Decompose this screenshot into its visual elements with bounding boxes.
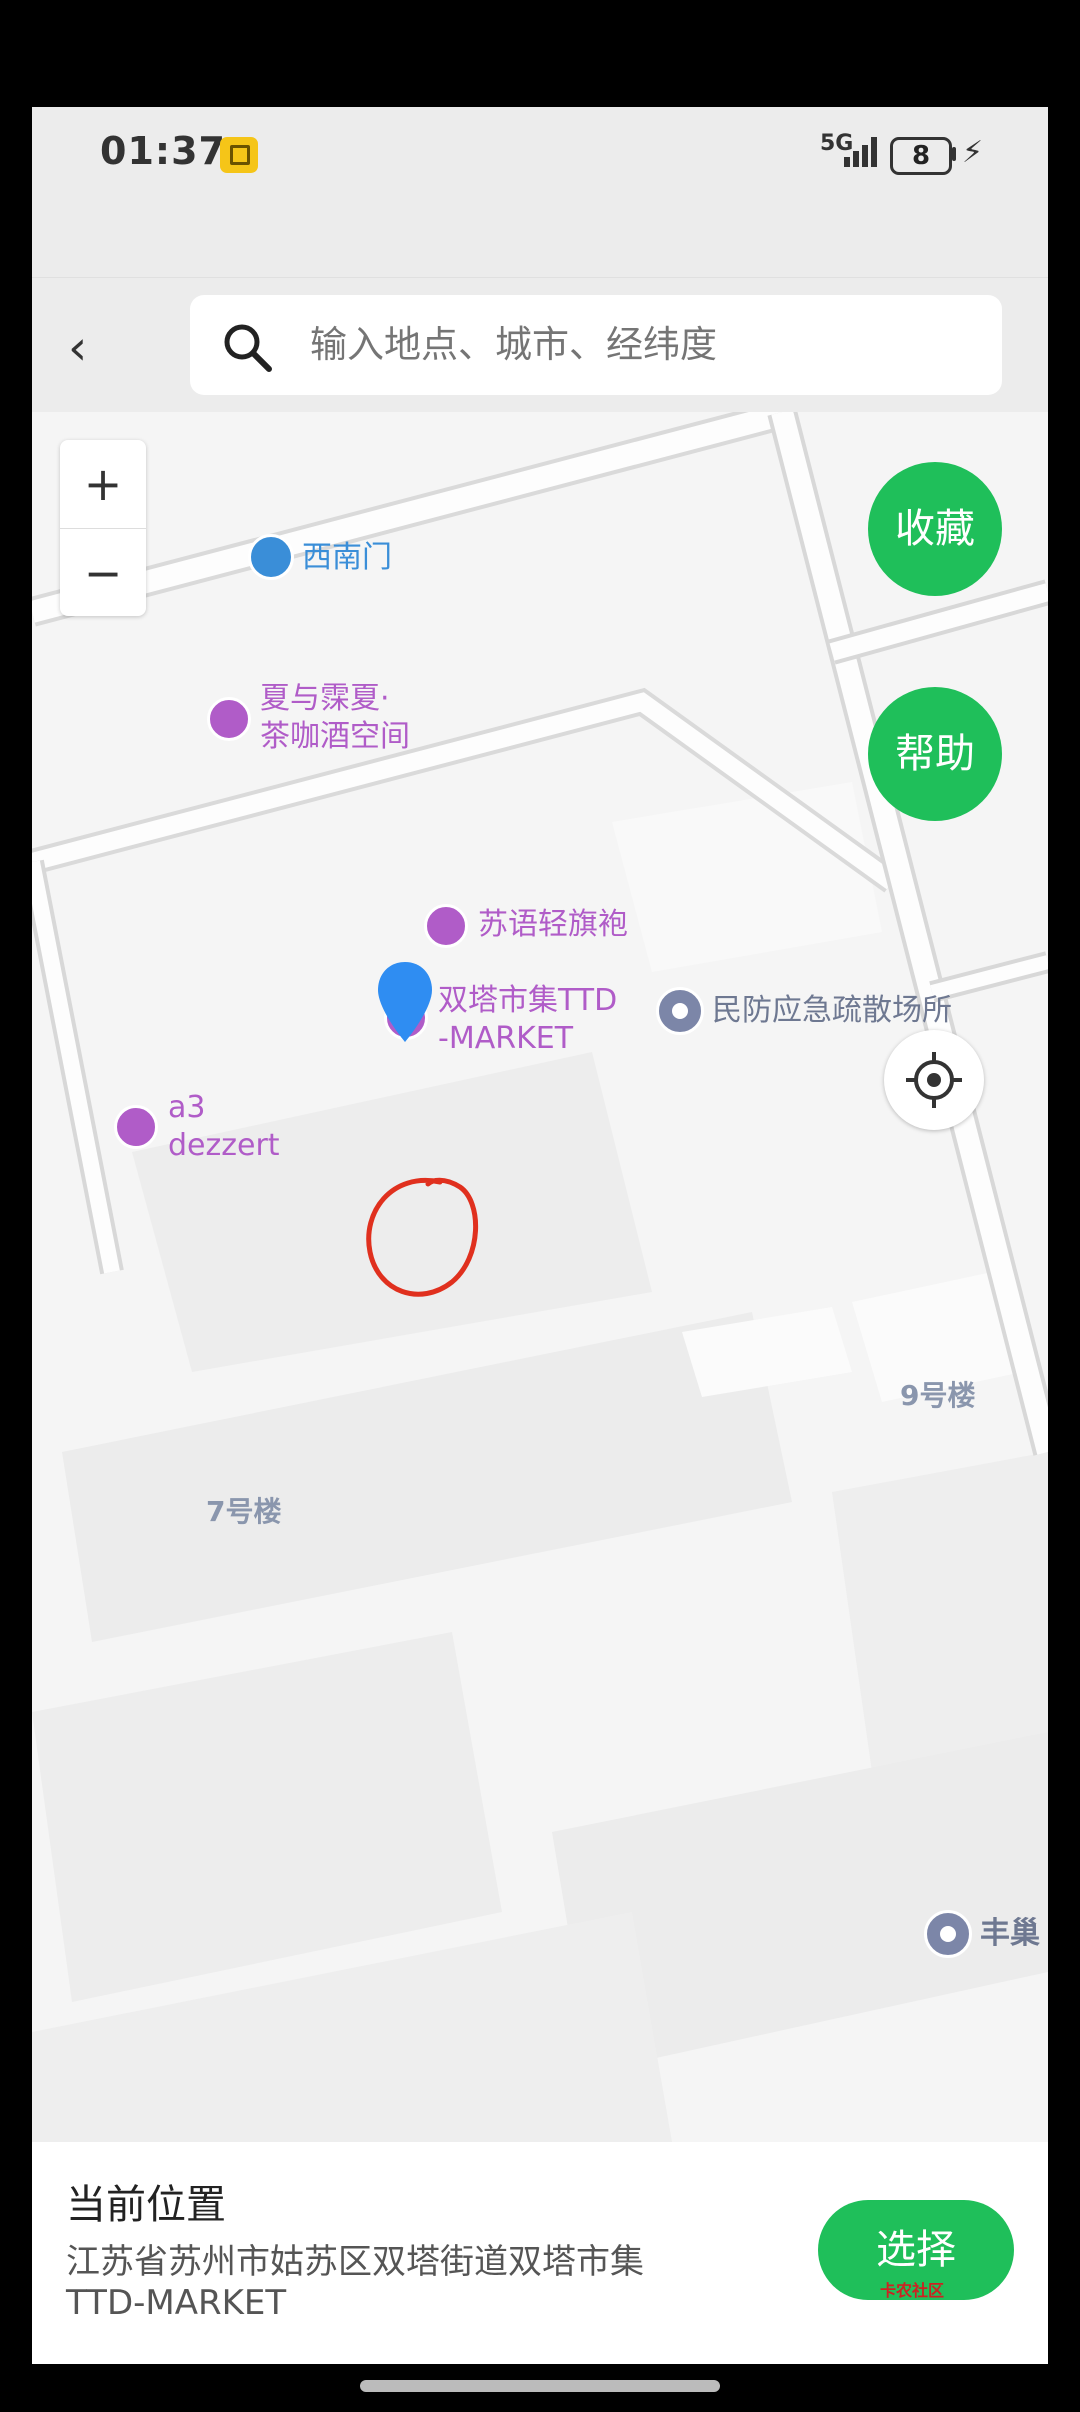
building-9-label: 9号楼	[900, 1379, 976, 1412]
status-time: 01:37	[100, 129, 226, 173]
signal-icon	[844, 137, 880, 167]
shelter-icon	[656, 987, 704, 1035]
search-box[interactable]	[190, 295, 1002, 395]
poi-gate[interactable]: 西南门	[302, 539, 392, 577]
phone-screen: 01:37 5G 8 ⚡ ‹ 输入地点、城市、经纬度 + − 收藏 帮助 西南门…	[32, 107, 1048, 2364]
gate-icon	[248, 534, 294, 580]
clothing-icon	[424, 904, 468, 948]
status-bar: 01:37 5G 8 ⚡	[32, 107, 1048, 277]
watermark: 卡农社区	[880, 2281, 945, 2300]
poi-a3-line1[interactable]: a3	[168, 1089, 205, 1127]
poi-market-line2[interactable]: -MARKET	[438, 1020, 573, 1058]
location-panel: 当前位置 江苏省苏州市姑苏区双塔街道双塔市集TTD-MARKET 选择 卡农社区	[32, 2142, 1048, 2364]
poi-cafe-line1[interactable]: 夏与霂夏·	[260, 680, 390, 718]
zoom-in-button[interactable]: +	[60, 440, 146, 529]
poi-a3-line2[interactable]: dezzert	[168, 1127, 280, 1165]
dessert-icon	[114, 1105, 158, 1149]
poi-cafe-line2[interactable]: 茶咖酒空间	[260, 718, 410, 756]
map-background	[32, 412, 1048, 2142]
search-header: ‹	[32, 277, 1048, 414]
favorite-button[interactable]: 收藏	[868, 462, 1002, 596]
zoom-out-button[interactable]: −	[60, 529, 146, 617]
search-icon	[224, 324, 272, 372]
back-icon[interactable]: ‹	[68, 320, 87, 376]
zoom-control: + −	[60, 440, 146, 616]
battery-level: 8	[890, 137, 952, 175]
poi-fengchao[interactable]: 丰巢	[980, 1915, 1040, 1953]
location-pin-icon	[378, 962, 432, 1042]
home-indicator[interactable]	[360, 2380, 720, 2392]
map-view[interactable]: + − 收藏 帮助 西南门 夏与霂夏· 茶咖酒空间 苏语轻旗袍 双塔市集TTD …	[32, 412, 1048, 2142]
crosshair-icon	[906, 1052, 962, 1108]
search-input[interactable]	[310, 295, 970, 395]
current-address: 江苏省苏州市姑苏区双塔街道双塔市集TTD-MARKET	[66, 2242, 644, 2323]
building-7-label: 7号楼	[206, 1495, 282, 1528]
charging-icon: ⚡	[962, 135, 984, 170]
poi-market-line1[interactable]: 双塔市集TTD	[438, 982, 617, 1020]
notification-icon	[220, 137, 258, 173]
poi-suyu[interactable]: 苏语轻旗袍	[478, 906, 628, 944]
help-button[interactable]: 帮助	[868, 687, 1002, 821]
current-location-title: 当前位置	[66, 2182, 226, 2228]
shop-icon	[207, 697, 251, 741]
locate-button[interactable]	[884, 1030, 984, 1130]
poi-civil-defense[interactable]: 民防应急疏散场所	[712, 992, 952, 1030]
battery-icon	[952, 147, 956, 161]
locker-icon	[924, 1910, 972, 1958]
